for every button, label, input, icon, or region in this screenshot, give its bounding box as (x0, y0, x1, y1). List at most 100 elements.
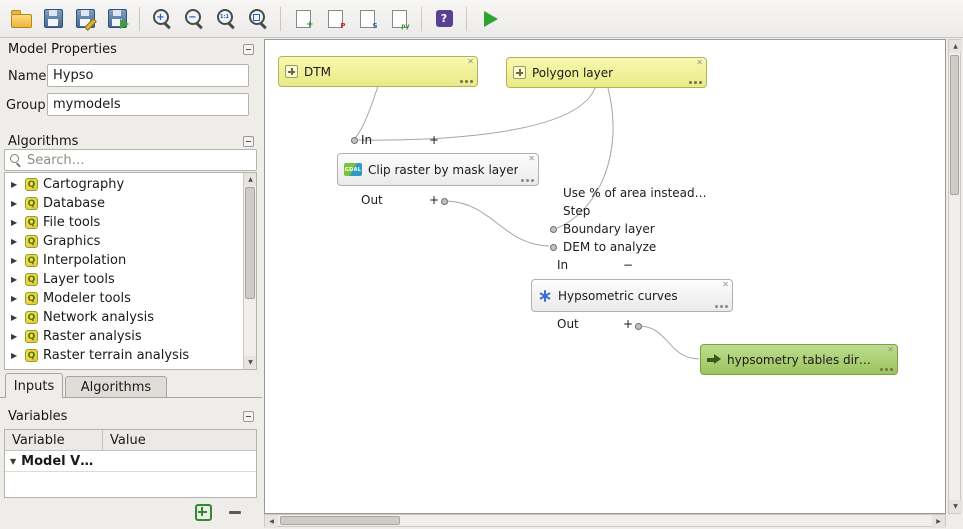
add-variable-button[interactable] (190, 502, 216, 523)
delete-node-icon[interactable]: ✕ (467, 58, 474, 66)
run-model-button[interactable] (474, 4, 504, 34)
comment-dots-icon[interactable] (689, 81, 702, 84)
toolbar: + − 1:1 + P S py ? (0, 0, 963, 38)
variables-group-row[interactable]: ▼ Model V… (5, 451, 256, 472)
port-dot[interactable] (550, 244, 557, 251)
horizontal-scrollbar-thumb[interactable] (280, 516, 400, 525)
run-icon (484, 11, 498, 27)
algorithm-group-graphics[interactable]: ▶QGraphics (5, 232, 243, 251)
zoom-actual-button[interactable]: 1:1 (211, 4, 241, 34)
provider-qgis-icon: Q (25, 292, 38, 305)
name-input[interactable] (47, 64, 249, 87)
node-input-polygon-layer[interactable]: Polygon layer ✕ (506, 57, 707, 88)
port-dot[interactable] (550, 226, 557, 233)
search-icon (10, 154, 22, 166)
hypso-in-collapse-toggle[interactable]: − (623, 258, 633, 272)
scroll-up-icon[interactable]: ▲ (244, 173, 257, 186)
collapse-model-properties-icon[interactable] (243, 44, 254, 55)
export-svg-button[interactable]: S (352, 4, 382, 34)
save-icon (44, 9, 63, 28)
delete-node-icon[interactable]: ✕ (722, 281, 729, 289)
collapse-algorithms-icon[interactable] (243, 136, 254, 147)
save-model-as-button[interactable] (70, 4, 100, 34)
clip-out-expand-toggle[interactable]: + (429, 193, 439, 207)
expand-arrow-icon: ▶ (11, 199, 20, 208)
clip-out-port-label: Out (361, 193, 383, 207)
group-input[interactable] (47, 93, 249, 116)
toolbar-separator (139, 7, 140, 31)
delete-node-icon[interactable]: ✕ (696, 59, 703, 67)
hypso-out-expand-toggle[interactable]: + (623, 317, 633, 331)
save-in-project-icon (108, 9, 127, 28)
algorithm-group-file-tools[interactable]: ▶QFile tools (5, 213, 243, 232)
expand-arrow-icon: ▶ (11, 351, 20, 360)
export-script-button[interactable]: py (384, 4, 414, 34)
model-canvas[interactable]: DTM ✕ Polygon layer ✕ In + GDAL Clip ras… (264, 39, 946, 514)
variables-table: Variable Value ▼ Model V… (4, 429, 257, 498)
algorithm-group-raster-analysis[interactable]: ▶QRaster analysis (5, 327, 243, 346)
algorithm-group-network-analysis[interactable]: ▶QNetwork analysis (5, 308, 243, 327)
vertical-scrollbar-thumb[interactable] (950, 55, 959, 195)
zoom-full-icon (248, 8, 269, 29)
export-pdf-button[interactable]: P (320, 4, 350, 34)
provider-qgis-icon: Q (25, 216, 38, 229)
scroll-up-icon[interactable]: ▲ (949, 40, 962, 53)
export-pdf-icon: P (328, 10, 343, 28)
expand-arrow-icon: ▶ (11, 237, 20, 246)
node-output-hypsometry-tables[interactable]: hypsometry tables dir… ✕ (700, 344, 898, 375)
tab-algorithms[interactable]: Algorithms (65, 376, 167, 397)
tree-scrollbar-thumb[interactable] (245, 187, 255, 299)
toolbar-separator (421, 7, 422, 31)
comment-dots-icon[interactable] (880, 368, 893, 371)
name-label: Name (8, 69, 46, 84)
canvas-horizontal-scrollbar[interactable]: ◀ ▶ (264, 514, 946, 527)
zoom-full-button[interactable] (243, 4, 273, 34)
node-input-dtm[interactable]: DTM ✕ (278, 56, 478, 87)
edit-help-button[interactable]: ? (429, 4, 459, 34)
tree-scrollbar[interactable]: ▲ ▼ (243, 173, 256, 369)
comment-dots-icon[interactable] (715, 305, 728, 308)
export-image-button[interactable]: + (288, 4, 318, 34)
tab-inputs[interactable]: Inputs (5, 373, 63, 398)
port-dot[interactable] (351, 137, 358, 144)
port-dot[interactable] (635, 323, 642, 330)
provider-qgis-icon: Q (25, 197, 38, 210)
delete-node-icon[interactable]: ✕ (887, 346, 894, 354)
connection-dtm-clip (355, 86, 378, 138)
group-label: Group (6, 98, 46, 113)
algorithm-group-cartography[interactable]: ▶QCartography (5, 175, 243, 194)
open-model-button[interactable] (6, 4, 36, 34)
comment-dots-icon[interactable] (460, 80, 473, 83)
node-hypsometric-curves[interactable]: Hypsometric curves ✕ (531, 279, 733, 312)
expand-arrow-icon: ▶ (11, 256, 20, 265)
search-input[interactable] (4, 149, 257, 171)
provider-qgis-icon: Q (25, 235, 38, 248)
save-model-button[interactable] (38, 4, 68, 34)
zoom-in-button[interactable]: + (147, 4, 177, 34)
port-dot[interactable] (441, 198, 448, 205)
algorithm-group-modeler-tools[interactable]: ▶QModeler tools (5, 289, 243, 308)
zoom-in-icon: + (152, 8, 173, 29)
scroll-left-icon[interactable]: ◀ (265, 515, 278, 528)
node-clip-raster-by-mask-layer[interactable]: GDAL Clip raster by mask layer ✕ (337, 153, 539, 186)
comment-dots-icon[interactable] (521, 179, 534, 182)
canvas-vertical-scrollbar[interactable]: ▲ ▼ (948, 39, 961, 514)
algorithm-group-interpolation[interactable]: ▶QInterpolation (5, 251, 243, 270)
provider-qgis-icon: Q (25, 349, 38, 362)
algorithm-group-database[interactable]: ▶QDatabase (5, 194, 243, 213)
scroll-right-icon[interactable]: ▶ (932, 515, 945, 528)
zoom-out-button[interactable]: − (179, 4, 209, 34)
algorithm-group-layer-tools[interactable]: ▶QLayer tools (5, 270, 243, 289)
remove-variable-button[interactable] (222, 502, 248, 523)
hypso-param-boundary-layer: Boundary layer (563, 222, 655, 236)
collapse-variables-icon[interactable] (243, 411, 254, 422)
scroll-down-icon[interactable]: ▼ (244, 356, 257, 369)
scroll-down-icon[interactable]: ▼ (949, 500, 962, 513)
expand-arrow-icon: ▼ (10, 457, 16, 466)
expand-arrow-icon: ▶ (11, 275, 20, 284)
save-model-in-project-button[interactable] (102, 4, 132, 34)
clip-in-expand-toggle[interactable]: + (429, 133, 439, 147)
connection-hypso-output (641, 326, 699, 359)
algorithm-group-raster-terrain-analysis[interactable]: ▶QRaster terrain analysis (5, 346, 243, 365)
delete-node-icon[interactable]: ✕ (528, 155, 535, 163)
